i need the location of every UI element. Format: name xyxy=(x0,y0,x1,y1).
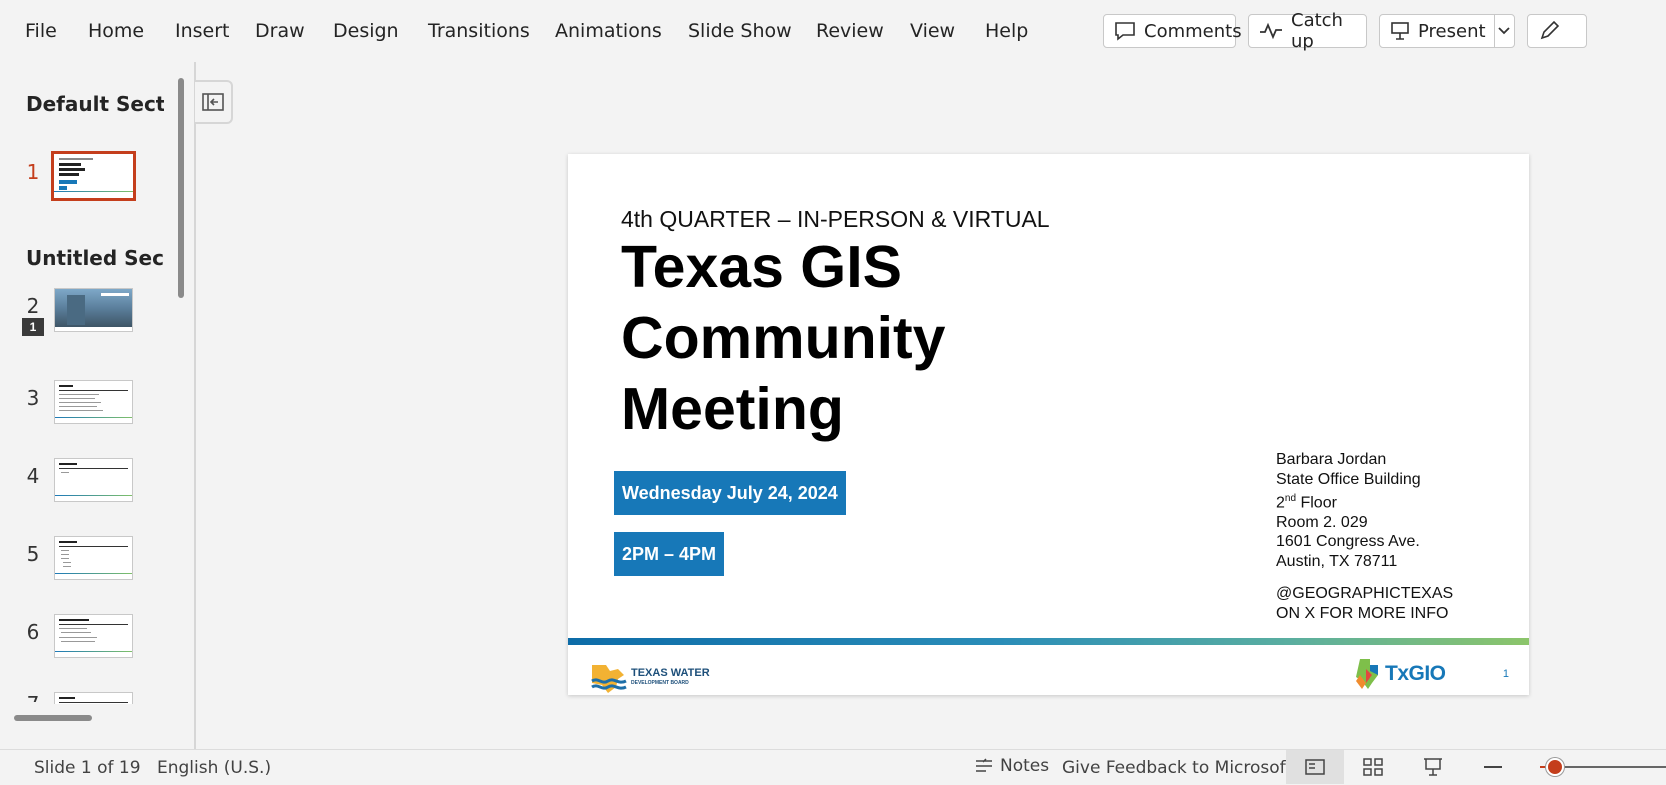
txgio-logo-icon xyxy=(1356,659,1378,689)
comments-label: Comments xyxy=(1144,20,1242,42)
editing-button[interactable] xyxy=(1527,14,1587,48)
menu-transitions[interactable]: Transitions xyxy=(428,20,530,42)
menu-slide-show[interactable]: Slide Show xyxy=(688,20,792,42)
language-indicator[interactable]: English (U.S.) xyxy=(157,758,271,778)
title-line: Community xyxy=(621,305,946,371)
menu-insert[interactable]: Insert xyxy=(175,20,230,42)
address-line: Barbara Jordan xyxy=(1276,451,1387,468)
twdb-logo: TEXAS WATER DEVELOPMENT BOARD xyxy=(590,658,710,695)
comment-badge[interactable]: 1 xyxy=(22,318,44,336)
slide-thumbnail-7[interactable] xyxy=(54,692,133,704)
grid-view-icon xyxy=(1363,758,1383,776)
presentation-icon xyxy=(1391,22,1409,40)
catch-up-label: Catch up xyxy=(1291,10,1343,52)
chevron-down-icon xyxy=(1498,27,1510,35)
normal-view-button[interactable] xyxy=(1286,750,1344,784)
slide-thumbnail-4[interactable] xyxy=(54,458,133,502)
menu-help[interactable]: Help xyxy=(985,20,1028,42)
title-line: Texas GIS xyxy=(621,234,902,300)
slide-subtitle[interactable]: 4th QUARTER – IN-PERSON & VIRTUAL xyxy=(621,206,1050,233)
date-box[interactable]: Wednesday July 24, 2024 xyxy=(614,471,846,515)
slide-thumbnail-6[interactable] xyxy=(54,614,133,658)
comment-icon xyxy=(1115,22,1135,41)
twdb-logo-icon xyxy=(591,665,627,693)
thumb-number: 4 xyxy=(26,464,40,488)
menu-file[interactable]: File xyxy=(25,20,57,42)
zoom-slider[interactable] xyxy=(1540,758,1666,776)
slide-title[interactable]: Texas GIS Community Meeting xyxy=(621,232,946,445)
address-line: 1601 Congress Ave. xyxy=(1276,533,1420,551)
address-line: Room 2. 029 xyxy=(1276,513,1368,531)
status-bar: Slide 1 of 19 English (U.S.) Notes Give … xyxy=(0,749,1666,785)
thumb-number: 6 xyxy=(26,620,40,644)
thumb-number: 2 xyxy=(26,294,40,318)
time-box[interactable]: 2PM – 4PM xyxy=(614,532,725,576)
address-line: 2nd Floor xyxy=(1276,493,1337,512)
social-line: @GEOGRAPHICTEXAS xyxy=(1276,585,1454,603)
slide-thumbnail-1[interactable] xyxy=(51,151,136,201)
comments-button[interactable]: Comments xyxy=(1103,14,1242,48)
panel-horizontal-scrollbar[interactable] xyxy=(14,715,92,721)
present-label: Present xyxy=(1418,20,1486,42)
pencil-icon xyxy=(1540,20,1560,40)
twdb-name: TEXAS WATER xyxy=(631,667,710,679)
presentation-icon xyxy=(1424,758,1442,776)
menu-bar: File Home Insert Draw Design Transitions… xyxy=(0,0,1666,64)
menu-review[interactable]: Review xyxy=(816,20,884,42)
normal-view-icon xyxy=(1305,759,1325,775)
comment-count: 1 xyxy=(29,320,37,334)
slide-sorter-button[interactable] xyxy=(1362,757,1384,782)
catch-up-button[interactable]: Catch up xyxy=(1248,10,1367,52)
notes-button[interactable]: Notes xyxy=(974,756,1049,776)
social-line: ON X FOR MORE INFO xyxy=(1276,604,1449,622)
address-line: Austin, TX 78711 xyxy=(1276,552,1398,570)
slide-thumbnail-5[interactable] xyxy=(54,536,133,580)
zoom-slider-thumb[interactable] xyxy=(1546,758,1564,776)
present-button[interactable]: Present xyxy=(1379,14,1515,48)
panel-vertical-scrollbar[interactable] xyxy=(178,78,184,298)
collapse-panel-icon xyxy=(202,93,224,111)
section-untitled-title[interactable]: Untitled Secti xyxy=(26,246,164,270)
notes-label: Notes xyxy=(1000,756,1050,776)
reading-view-button[interactable] xyxy=(1422,756,1444,783)
thumb-number: 1 xyxy=(26,160,40,184)
txgio-logo: TxGIO xyxy=(1356,654,1446,694)
present-dropdown[interactable] xyxy=(1493,15,1514,47)
menu-animations[interactable]: Animations xyxy=(555,20,662,42)
feedback-link[interactable]: Give Feedback to Microsoft xyxy=(1062,758,1292,778)
slide-counter: Slide 1 of 19 xyxy=(34,758,141,778)
menu-home[interactable]: Home xyxy=(88,20,144,42)
collapse-panel-button[interactable] xyxy=(195,80,233,124)
pulse-icon xyxy=(1260,22,1282,40)
slide-canvas[interactable]: 4th QUARTER – IN-PERSON & VIRTUAL Texas … xyxy=(568,154,1529,695)
panel-divider[interactable] xyxy=(194,62,196,752)
thumb-number: 3 xyxy=(26,386,40,410)
slide-page-number: 1 xyxy=(1502,668,1509,680)
thumb-number: 5 xyxy=(26,542,40,566)
txgio-name: TxGIO xyxy=(1385,662,1446,685)
menu-draw[interactable]: Draw xyxy=(255,20,305,42)
address-line: State Office Building xyxy=(1276,470,1421,488)
slide-thumbnail-3[interactable] xyxy=(54,380,133,424)
thumb-number: 7 xyxy=(22,692,44,702)
notes-icon xyxy=(976,758,992,772)
section-default-title[interactable]: Default Sectio xyxy=(26,92,164,116)
twdb-subname: DEVELOPMENT BOARD xyxy=(631,680,689,686)
slide-thumbnail-2[interactable] xyxy=(54,288,133,332)
footer-gradient-bar xyxy=(568,638,1529,645)
title-line: Meeting xyxy=(621,376,844,442)
zoom-out-button[interactable] xyxy=(1484,766,1502,768)
address-block[interactable]: Barbara Jordan State Office Building 2nd… xyxy=(1276,450,1453,623)
menu-view[interactable]: View xyxy=(910,20,955,42)
menu-design[interactable]: Design xyxy=(333,20,399,42)
